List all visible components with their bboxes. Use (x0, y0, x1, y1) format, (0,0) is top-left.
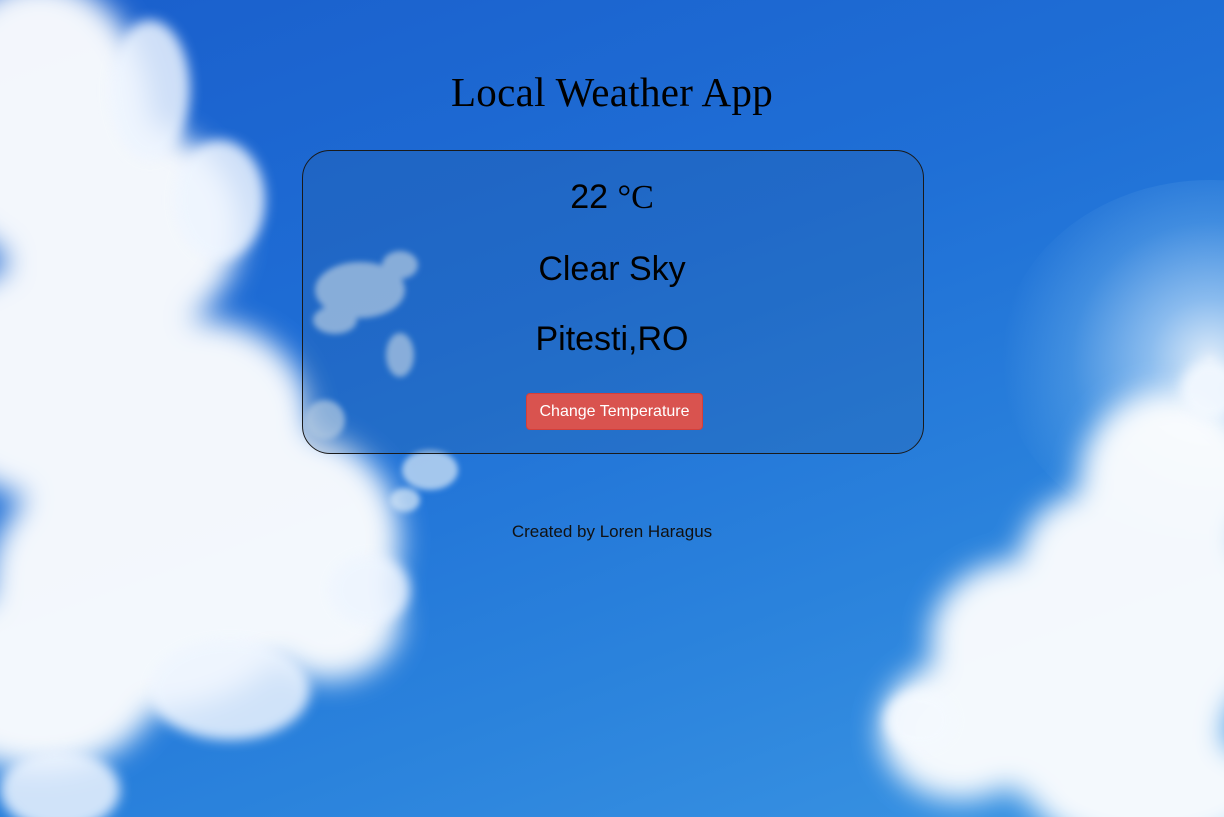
temperature-value: 22 (570, 178, 609, 216)
right-cloud (880, 390, 1224, 817)
temperature-display: 22 °C (0, 176, 1224, 219)
page-title: Local Weather App (450, 69, 774, 115)
temperature-unit[interactable]: °C (618, 179, 654, 216)
footer-credit: Created by Loren Haragus (511, 522, 713, 541)
weather-condition: Clear Sky (538, 250, 686, 288)
change-temperature-button[interactable]: Change Temperature (526, 393, 703, 430)
weather-location: Pitesti,RO (535, 320, 689, 358)
